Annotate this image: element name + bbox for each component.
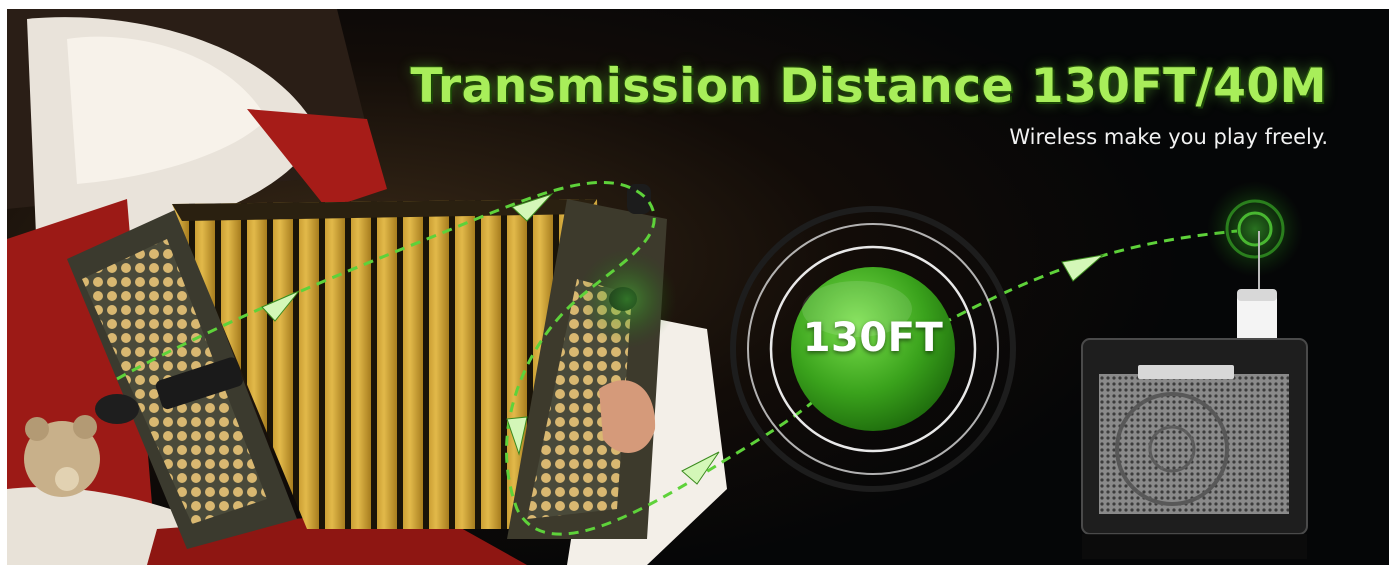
amp-brand-plate xyxy=(1138,365,1234,379)
headline: Transmission Distance 130FT/40M xyxy=(410,59,1327,114)
product-banner: Transmission Distance 130FT/40M Wireless… xyxy=(7,9,1389,565)
receiver-signal xyxy=(1207,181,1303,277)
teddy-bear xyxy=(24,415,100,497)
signal-wave-icon xyxy=(577,249,677,349)
tagline: Wireless make you play freely. xyxy=(1009,125,1328,149)
distance-label: 130FT xyxy=(802,315,944,361)
